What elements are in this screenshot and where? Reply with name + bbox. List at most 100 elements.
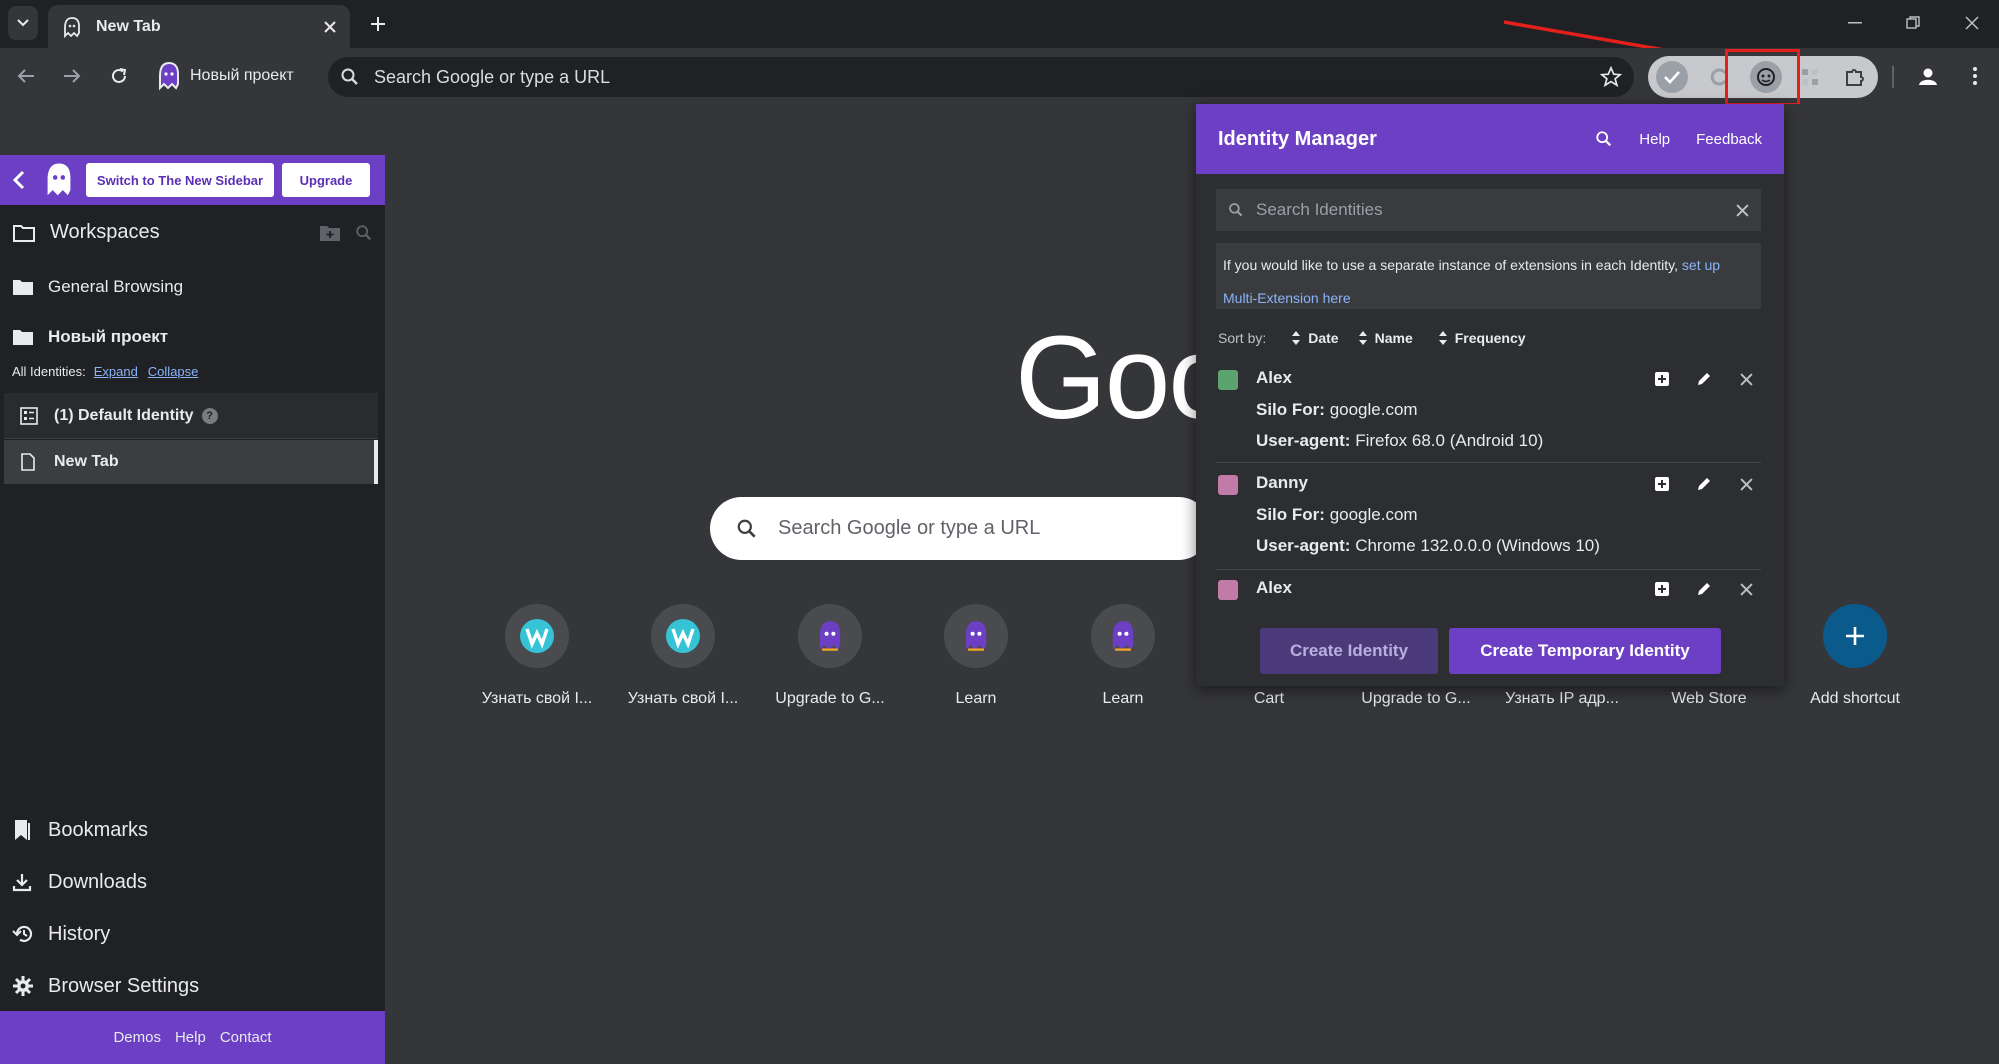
expand-link[interactable]: Expand: [94, 364, 138, 379]
create-identity-button[interactable]: Create Identity: [1260, 628, 1438, 674]
tab-title: New Tab: [96, 17, 161, 35]
add-tab-button[interactable]: [1651, 473, 1673, 495]
delete-identity-button[interactable]: [1735, 473, 1757, 495]
shortcut-tile[interactable]: Learn: [906, 604, 1046, 708]
more-vertical-icon: [1973, 67, 1977, 85]
extension-check-icon[interactable]: [1656, 61, 1688, 93]
identity-label: (1) Default Identity: [54, 406, 194, 424]
chevron-left-icon[interactable]: [12, 170, 26, 190]
shortcut-tile[interactable]: Upgrade to G...: [760, 604, 900, 708]
identity-color-swatch: [1218, 580, 1238, 600]
back-button[interactable]: [8, 58, 44, 94]
extensions-menu-button[interactable]: [1838, 61, 1870, 93]
close-window-button[interactable]: [1952, 8, 1992, 38]
sidebar-item-browser-settings[interactable]: Browser Settings: [0, 964, 385, 1008]
silo-prefix: Silo For:: [1256, 505, 1325, 524]
minimize-button[interactable]: [1835, 8, 1875, 38]
shortcut-tile[interactable]: Узнать свой I...: [467, 604, 607, 708]
page-icon: [21, 453, 35, 471]
ghost-logo-icon: [47, 163, 71, 196]
shortcut-label: Learn: [955, 690, 997, 707]
identity-actions: [1651, 473, 1757, 495]
ntp-search-box[interactable]: Search Google or type a URL: [710, 497, 1210, 560]
sort-arrows-icon: [1438, 331, 1447, 345]
help-link[interactable]: Help: [175, 1029, 206, 1046]
all-identities-row: All Identities: Expand Collapse: [0, 359, 385, 383]
close-tab-button[interactable]: [324, 20, 336, 33]
ua-prefix: User-agent:: [1256, 536, 1351, 555]
identity-card[interactable]: Danny Silo For: google.com User-agent: C…: [1216, 465, 1761, 570]
sort-option-label: Date: [1308, 330, 1339, 346]
search-icon[interactable]: [1595, 130, 1613, 148]
identity-user-agent: User-agent: Chrome 132.0.0.0 (Windows 10…: [1256, 536, 1600, 556]
contact-link[interactable]: Contact: [220, 1029, 272, 1046]
popup-help-link[interactable]: Help: [1639, 131, 1670, 148]
download-icon: [12, 874, 32, 892]
edit-identity-button[interactable]: [1693, 368, 1715, 390]
create-temporary-identity-button[interactable]: Create Temporary Identity: [1449, 628, 1721, 674]
sidebar-item-label: History: [48, 922, 111, 945]
identity-name: Alex: [1256, 578, 1292, 597]
pencil-icon: [1698, 373, 1710, 385]
shortcut-tile[interactable]: Узнать свой I...: [613, 604, 753, 708]
popup-feedback-link[interactable]: Feedback: [1696, 131, 1762, 148]
forward-button[interactable]: [54, 58, 90, 94]
sort-frequency-button[interactable]: Frequency: [1438, 330, 1526, 346]
puzzle-icon: [1846, 69, 1864, 86]
demos-link[interactable]: Demos: [113, 1029, 161, 1046]
identity-user-agent: User-agent: Firefox 68.0 (Android 10): [1256, 431, 1543, 451]
delete-identity-button[interactable]: [1735, 578, 1757, 600]
search-icon[interactable]: [355, 224, 373, 242]
profile-chip[interactable]: Новый проект: [156, 58, 294, 94]
edit-identity-button[interactable]: [1693, 578, 1715, 600]
ghost-icon: [798, 604, 862, 668]
edit-identity-button[interactable]: [1693, 473, 1715, 495]
sort-arrows-icon: [1292, 331, 1301, 345]
popup-header: Identity Manager Help Feedback: [1196, 104, 1784, 174]
shortcut-label: Web Store: [1671, 690, 1747, 707]
identity-card[interactable]: Alex Silo For: google.com User-agent: Fi…: [1216, 360, 1761, 463]
identity-search-input[interactable]: Search Identities: [1216, 189, 1761, 231]
profile-button[interactable]: [1910, 58, 1946, 94]
collapse-link[interactable]: Collapse: [148, 364, 199, 379]
tab-search-button[interactable]: [8, 6, 38, 40]
browser-menu-button[interactable]: [1957, 58, 1993, 94]
sidebar-item-history[interactable]: History: [0, 912, 385, 956]
help-icon[interactable]: ?: [201, 407, 218, 424]
address-bar[interactable]: Search Google or type a URL: [328, 57, 1634, 97]
ghost-icon: [159, 61, 179, 91]
add-folder-icon[interactable]: [319, 224, 341, 242]
arrow-left-icon: [17, 69, 34, 83]
identity-item[interactable]: (1) Default Identity ?: [4, 393, 378, 439]
sort-date-button[interactable]: Date: [1292, 330, 1339, 346]
identity-card[interactable]: Alex: [1216, 570, 1761, 612]
add-tab-button[interactable]: [1651, 368, 1673, 390]
sort-name-button[interactable]: Name: [1358, 330, 1413, 346]
identity-search-placeholder: Search Identities: [1256, 200, 1383, 219]
sidebar-tab-item[interactable]: New Tab: [4, 440, 378, 484]
plus-box-icon: [1655, 582, 1669, 596]
star-icon[interactable]: [1600, 66, 1622, 88]
sidebar-item-label: Downloads: [48, 870, 147, 893]
workspace-item[interactable]: Новый проект: [0, 315, 385, 359]
identity-color-swatch: [1218, 370, 1238, 390]
popup-title: Identity Manager: [1218, 127, 1377, 150]
add-shortcut-button[interactable]: Add shortcut: [1785, 604, 1925, 708]
upgrade-button[interactable]: Upgrade: [282, 163, 370, 197]
new-tab-button[interactable]: [362, 10, 394, 38]
ghost-icon: [944, 604, 1008, 668]
browser-tab[interactable]: New Tab: [48, 5, 350, 48]
add-tab-button[interactable]: [1651, 578, 1673, 600]
workspace-item[interactable]: General Browsing: [0, 265, 385, 309]
clear-icon[interactable]: [1736, 203, 1749, 217]
sort-bar: Sort by: Date Name Frequency: [1218, 326, 1526, 350]
reload-button[interactable]: [101, 58, 137, 94]
shortcut-tile[interactable]: Learn: [1053, 604, 1193, 708]
sidebar-item-bookmarks[interactable]: Bookmarks: [0, 808, 385, 852]
reload-icon: [112, 68, 127, 83]
pencil-icon: [1698, 583, 1710, 595]
switch-sidebar-button[interactable]: Switch to The New Sidebar: [86, 163, 274, 197]
restore-button[interactable]: [1893, 8, 1933, 38]
sidebar-item-downloads[interactable]: Downloads: [0, 860, 385, 904]
delete-identity-button[interactable]: [1735, 368, 1757, 390]
